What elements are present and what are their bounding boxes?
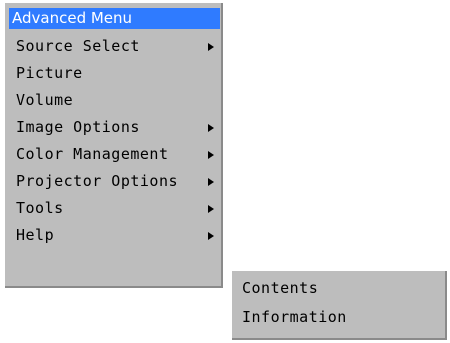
menu-item-label: Help [16,226,55,244]
menu-item-projector-options[interactable]: Projector Options [5,168,223,195]
menu-title[interactable]: Advanced Menu [9,8,220,29]
menu-item-image-options[interactable]: Image Options [5,114,223,141]
submenu-arrow-icon [208,205,214,213]
menu-item-picture[interactable]: Picture [5,60,223,87]
menu-item-label: Source Select [16,37,140,55]
submenu-item-information[interactable]: Information [232,303,445,332]
menu-item-label: Color Management [16,145,169,163]
submenu-item-contents[interactable]: Contents [232,274,445,303]
menu-item-volume[interactable]: Volume [5,87,223,114]
menu-item-label: Image Options [16,118,140,136]
menu-item-tools[interactable]: Tools [5,195,223,222]
help-submenu: Contents Information [232,271,447,340]
menu-item-help[interactable]: Help [5,222,223,249]
menu-item-color-management[interactable]: Color Management [5,141,223,168]
menu-item-source-select[interactable]: Source Select [5,33,223,60]
menu-item-label: Volume [16,91,74,109]
submenu-arrow-icon [208,151,214,159]
advanced-menu: Advanced Menu Source Select Picture Volu… [5,3,223,288]
menu-item-label: Tools [16,199,64,217]
submenu-arrow-icon [208,124,214,132]
submenu-item-label: Contents [242,279,319,297]
submenu-arrow-icon [208,43,214,51]
submenu-arrow-icon [208,232,214,240]
submenu-item-label: Information [242,308,347,326]
menu-item-label: Picture [16,64,83,82]
submenu-arrow-icon [208,178,214,186]
menu-item-label: Projector Options [16,172,179,190]
